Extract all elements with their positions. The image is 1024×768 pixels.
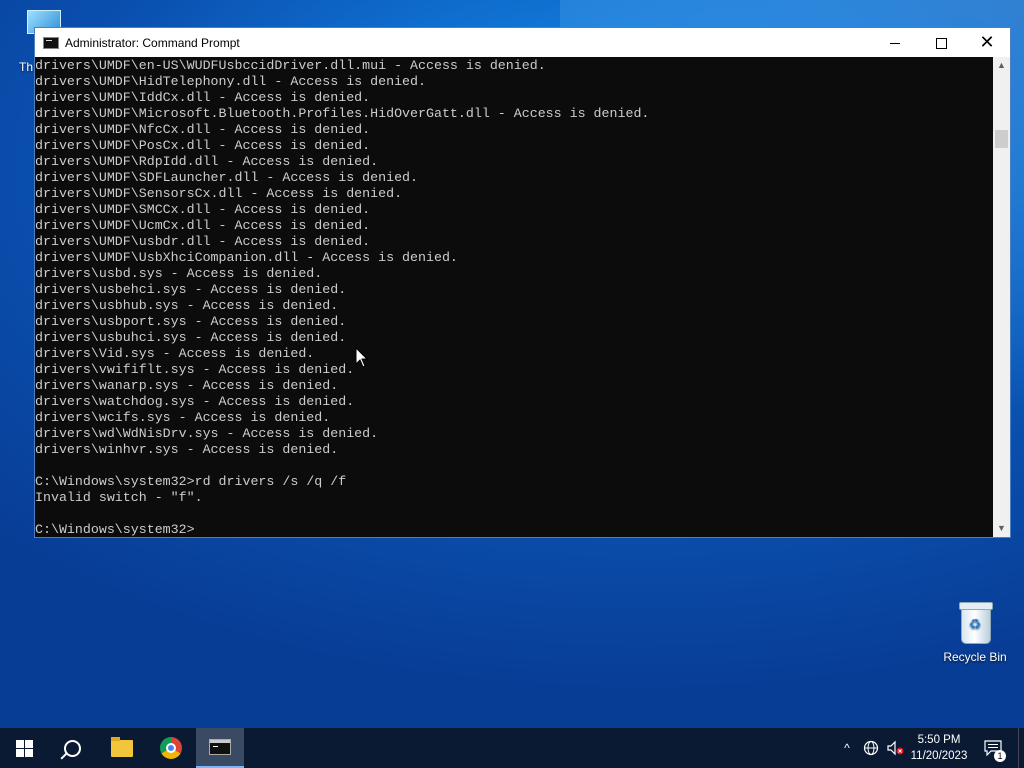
console-line: drivers\usbehci.sys - Access is denied. xyxy=(35,282,347,297)
scroll-up-button[interactable]: ▲ xyxy=(993,57,1010,74)
notification-count-badge: 1 xyxy=(994,750,1006,762)
recycle-bin-icon: ♻ xyxy=(957,600,993,644)
show-desktop-button[interactable] xyxy=(1018,728,1024,768)
search-button[interactable] xyxy=(48,728,96,768)
console-line: Invalid switch - "f". xyxy=(35,490,203,505)
console-line: drivers\wd\WdNisDrv.sys - Access is deni… xyxy=(35,426,379,441)
console-line: drivers\usbuhci.sys - Access is denied. xyxy=(35,330,347,345)
console-line: drivers\UMDF\UsbXhciCompanion.dll - Acce… xyxy=(35,250,458,265)
taskbar: ^ 5:50 PM 11/20/2023 1 xyxy=(0,728,1024,768)
console-line: drivers\UMDF\UcmCx.dll - Access is denie… xyxy=(35,218,371,233)
console-line: drivers\winhvr.sys - Access is denied. xyxy=(35,442,339,457)
scroll-down-button[interactable]: ▼ xyxy=(993,520,1010,537)
clock[interactable]: 5:50 PM 11/20/2023 xyxy=(908,728,970,768)
console-line: drivers\watchdog.sys - Access is denied. xyxy=(35,394,355,409)
show-hidden-icons-button[interactable]: ^ xyxy=(838,728,856,768)
desktop-icon-label: Recycle Bin xyxy=(943,650,1007,664)
folder-icon xyxy=(111,736,133,757)
console-line: C:\Windows\system32>rd drivers /s /q /f xyxy=(35,474,347,489)
title-bar[interactable]: Administrator: Command Prompt ✕ xyxy=(35,28,1010,57)
console-line: drivers\UMDF\Microsoft.Bluetooth.Profile… xyxy=(35,106,650,121)
console-line: drivers\UMDF\usbdr.dll - Access is denie… xyxy=(35,234,371,249)
start-button[interactable] xyxy=(0,728,48,768)
console-line: drivers\UMDF\SDFLauncher.dll - Access is… xyxy=(35,170,419,185)
console-line: drivers\wanarp.sys - Access is denied. xyxy=(35,378,339,393)
close-button[interactable]: ✕ xyxy=(964,28,1010,57)
console-line: drivers\UMDF\NfcCx.dll - Access is denie… xyxy=(35,122,371,137)
console-line: drivers\Vid.sys - Access is denied. xyxy=(35,346,315,361)
minimize-button[interactable] xyxy=(872,28,918,57)
console-line: drivers\usbhub.sys - Access is denied. xyxy=(35,298,339,313)
console-line: C:\Windows\system32> xyxy=(35,522,195,537)
search-icon xyxy=(63,739,81,757)
close-icon: ✕ xyxy=(979,32,995,52)
command-prompt-window[interactable]: Administrator: Command Prompt ✕ drivers\… xyxy=(34,27,1011,538)
console-line: drivers\UMDF\HidTelephony.dll - Access i… xyxy=(35,74,426,89)
console-line: drivers\UMDF\SMCCx.dll - Access is denie… xyxy=(35,202,371,217)
windows-logo-icon xyxy=(15,739,33,757)
clock-date: 11/20/2023 xyxy=(910,750,968,762)
mouse-pointer-icon xyxy=(355,347,369,368)
chrome-icon xyxy=(160,737,182,759)
window-title: Administrator: Command Prompt xyxy=(65,35,240,50)
network-globe-icon xyxy=(863,740,879,756)
console-line: drivers\UMDF\en-US\WUDFUsbccidDriver.dll… xyxy=(35,58,546,73)
desktop-icon-label: Th xyxy=(19,60,34,74)
network-button[interactable] xyxy=(860,728,882,768)
console-line: drivers\UMDF\PosCx.dll - Access is denie… xyxy=(35,138,371,153)
console-output[interactable]: drivers\UMDF\en-US\WUDFUsbccidDriver.dll… xyxy=(35,57,994,537)
console-line: drivers\usbport.sys - Access is denied. xyxy=(35,314,347,329)
scroll-thumb[interactable] xyxy=(995,130,1008,148)
vertical-scrollbar[interactable]: ▲ ▼ xyxy=(993,57,1010,537)
cmd-app-icon[interactable] xyxy=(43,36,59,49)
chrome-button[interactable] xyxy=(147,728,195,768)
action-center-button[interactable]: 1 xyxy=(978,728,1008,768)
console-line: drivers\wcifs.sys - Access is denied. xyxy=(35,410,331,425)
maximize-button[interactable] xyxy=(918,28,964,57)
desktop-icon-recycle-bin[interactable]: ♻ Recycle Bin xyxy=(938,600,1012,664)
chevron-up-icon: ^ xyxy=(844,741,850,755)
console-line: drivers\UMDF\IddCx.dll - Access is denie… xyxy=(35,90,371,105)
console-line: drivers\UMDF\SensorsCx.dll - Access is d… xyxy=(35,186,403,201)
console-line: drivers\UMDF\RdpIdd.dll - Access is deni… xyxy=(35,154,379,169)
clock-time: 5:50 PM xyxy=(917,734,961,746)
console-line: drivers\vwififlt.sys - Access is denied. xyxy=(35,362,355,377)
console-line: drivers\usbd.sys - Access is denied. xyxy=(35,266,323,281)
volume-muted-icon xyxy=(887,740,904,756)
console-text: drivers\UMDF\en-US\WUDFUsbccidDriver.dll… xyxy=(35,58,649,537)
file-explorer-button[interactable] xyxy=(98,728,146,768)
minimize-icon xyxy=(890,43,900,45)
cmd-icon xyxy=(209,739,231,755)
volume-button[interactable] xyxy=(884,728,906,768)
command-prompt-taskbar-button[interactable] xyxy=(196,728,244,768)
maximize-icon xyxy=(935,38,947,50)
